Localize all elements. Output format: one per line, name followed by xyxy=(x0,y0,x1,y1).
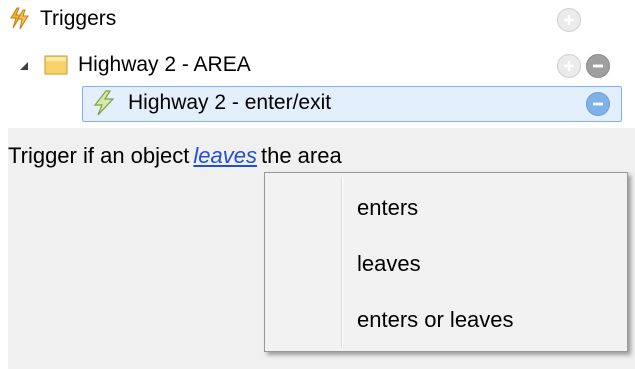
menu-item-enters-or-leaves[interactable]: enters or leaves xyxy=(267,297,623,343)
trigger-tree: Triggers Highway 2 - AREA Highway 2 - en… xyxy=(0,0,635,124)
plus-icon xyxy=(564,61,574,71)
tree-node-label: Triggers xyxy=(40,7,117,30)
folder-icon xyxy=(44,55,68,75)
minus-icon xyxy=(593,64,603,68)
lightning-bolt-icon xyxy=(92,90,116,116)
tree-node-trigger[interactable]: Highway 2 - enter/exit xyxy=(92,84,331,122)
menu-item-leaves[interactable]: leaves xyxy=(267,241,623,287)
menu-item-label: enters or leaves xyxy=(357,307,514,332)
tree-node-label: Highway 2 - enter/exit xyxy=(128,91,332,114)
menu-item-label: leaves xyxy=(357,251,421,276)
tree-node-area[interactable]: Highway 2 - AREA xyxy=(18,46,251,84)
trigger-condition: Trigger if an object leaves the area xyxy=(8,143,342,169)
condition-dropdown-menu: enters leaves enters or leaves xyxy=(264,172,628,352)
condition-suffix: the area xyxy=(260,143,342,168)
minus-icon xyxy=(593,102,603,106)
condition-prefix: Trigger if an object xyxy=(8,143,190,168)
tree-node-label: Highway 2 - AREA xyxy=(78,53,251,76)
collapse-triangle-icon[interactable] xyxy=(18,59,30,71)
tree-node-triggers[interactable]: Triggers xyxy=(8,0,116,38)
menu-item-label: enters xyxy=(357,195,419,220)
condition-value-link[interactable]: leaves xyxy=(193,143,257,168)
menu-item-enters[interactable]: enters xyxy=(267,185,623,231)
add-button[interactable] xyxy=(557,54,581,78)
add-button[interactable] xyxy=(557,8,581,32)
remove-button[interactable] xyxy=(586,54,610,78)
triggers-icon xyxy=(8,7,32,31)
remove-button[interactable] xyxy=(586,92,610,116)
plus-icon xyxy=(564,15,574,25)
